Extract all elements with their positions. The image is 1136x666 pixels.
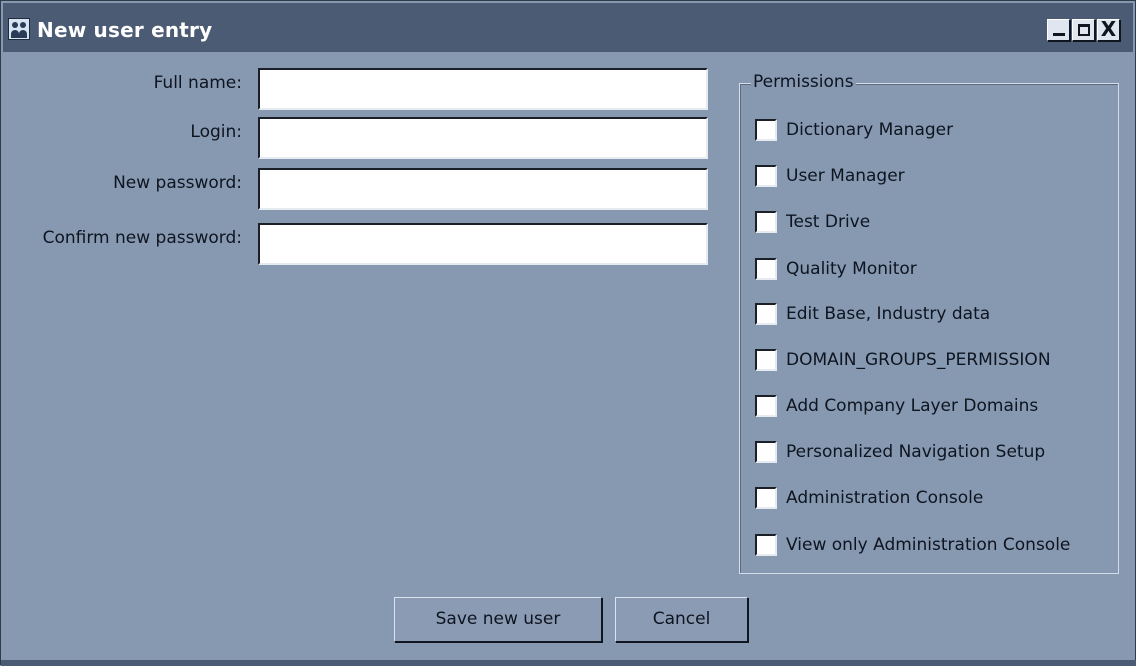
- cancel-button[interactable]: Cancel: [615, 597, 748, 642]
- permission-add-company-layer-domains[interactable]: Add Company Layer Domains: [755, 394, 1038, 418]
- close-button[interactable]: X: [1097, 17, 1120, 41]
- minimize-button[interactable]: [1047, 19, 1070, 41]
- full-name-label: Full name:: [153, 73, 242, 93]
- permission-label: Administration Console: [786, 488, 984, 508]
- permissions-legend: Permissions: [751, 72, 856, 92]
- permission-label: Quality Monitor: [786, 259, 917, 279]
- new-password-label: New password:: [113, 173, 242, 193]
- checkbox[interactable]: [755, 395, 777, 417]
- window-title: New user entry: [37, 18, 213, 42]
- checkbox[interactable]: [755, 534, 777, 556]
- permission-dictionary-manager[interactable]: Dictionary Manager: [755, 118, 953, 142]
- minimize-icon: [1053, 33, 1065, 36]
- permission-label: Test Drive: [786, 212, 871, 232]
- permission-user-manager[interactable]: User Manager: [755, 164, 905, 188]
- confirm-password-label: Confirm new password:: [42, 228, 242, 248]
- confirm-password-input[interactable]: [258, 223, 708, 265]
- users-icon: [8, 18, 30, 40]
- permission-test-drive[interactable]: Test Drive: [755, 210, 870, 234]
- close-icon: X: [1100, 17, 1117, 41]
- checkbox[interactable]: [755, 119, 777, 141]
- permission-edit-base-industry-data[interactable]: Edit Base, Industry data: [755, 302, 990, 326]
- checkbox[interactable]: [755, 349, 777, 371]
- permission-label: Add Company Layer Domains: [786, 396, 1039, 416]
- login-label: Login:: [190, 122, 242, 142]
- permission-label: Dictionary Manager: [786, 120, 954, 140]
- window-bottom-border: [1, 660, 1136, 666]
- permission-view-only-administration-console[interactable]: View only Administration Console: [755, 533, 1070, 557]
- permission-label: DOMAIN_GROUPS_PERMISSION: [786, 350, 1051, 370]
- permission-personalized-navigation-setup[interactable]: Personalized Navigation Setup: [755, 440, 1045, 464]
- permission-quality-monitor[interactable]: Quality Monitor: [755, 257, 917, 281]
- permission-domain-groups[interactable]: DOMAIN_GROUPS_PERMISSION: [755, 348, 1051, 372]
- permission-administration-console[interactable]: Administration Console: [755, 486, 983, 510]
- new-user-dialog: New user entry X Full name: Login: New p…: [0, 0, 1136, 666]
- checkbox[interactable]: [755, 165, 777, 187]
- full-name-input[interactable]: [258, 68, 708, 110]
- permission-label: User Manager: [786, 166, 905, 186]
- checkbox[interactable]: [755, 441, 777, 463]
- maximize-icon: [1078, 24, 1090, 36]
- checkbox[interactable]: [755, 487, 777, 509]
- login-input[interactable]: [258, 117, 708, 159]
- save-new-user-button[interactable]: Save new user: [394, 597, 602, 642]
- maximize-button[interactable]: [1072, 19, 1095, 41]
- checkbox[interactable]: [755, 258, 777, 280]
- permission-label: View only Administration Console: [786, 535, 1071, 555]
- title-bar[interactable]: New user entry X: [3, 3, 1133, 52]
- new-password-input[interactable]: [258, 168, 708, 210]
- checkbox[interactable]: [755, 303, 777, 325]
- permission-label: Personalized Navigation Setup: [786, 442, 1046, 462]
- permission-label: Edit Base, Industry data: [786, 304, 991, 324]
- checkbox[interactable]: [755, 211, 777, 233]
